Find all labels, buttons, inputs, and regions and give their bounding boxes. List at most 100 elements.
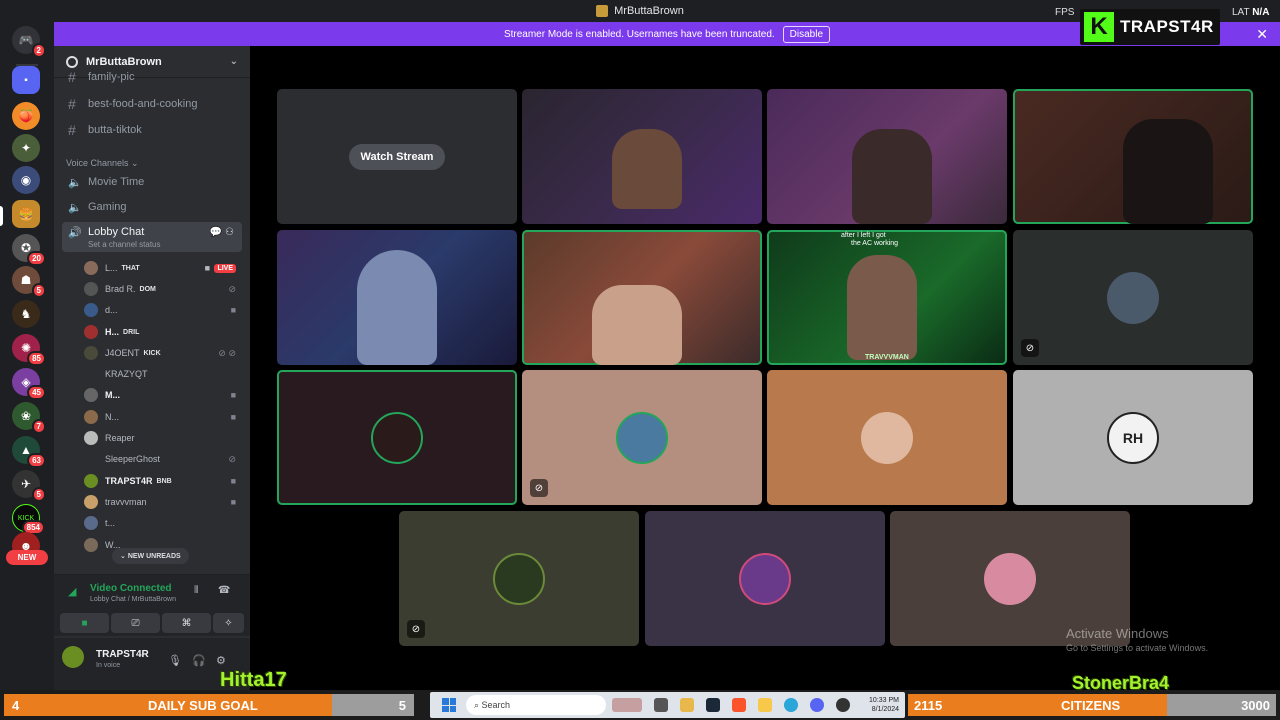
watch-stream-button[interactable]: Watch Stream: [348, 143, 446, 170]
sub-goal-target: 5: [398, 698, 406, 713]
server-icon-4[interactable]: ☗ 5: [12, 266, 46, 298]
channel-best-food-and-cooking[interactable]: # best-food-and-cooking: [62, 93, 242, 115]
activate-subtitle: Go to Settings to activate Windows.: [1066, 643, 1209, 653]
voice-member[interactable]: Reaper: [84, 428, 242, 448]
channel-gaming[interactable]: 🔈 Gaming: [62, 196, 242, 218]
member-name: H...: [105, 327, 120, 337]
chat-icon[interactable]: 💬 ⚇: [210, 227, 234, 238]
signal-icon[interactable]: ◢: [68, 585, 76, 598]
edge-icon[interactable]: [784, 698, 798, 712]
video-tile[interactable]: [767, 89, 1007, 224]
new-badge[interactable]: NEW: [6, 550, 48, 565]
gear-icon[interactable]: ⚙: [216, 654, 226, 667]
channel-butta-tiktok[interactable]: # butta-tiktok: [62, 119, 242, 141]
close-icon[interactable]: ✕: [1256, 26, 1268, 43]
stream-tile[interactable]: Watch Stream: [277, 89, 517, 224]
new-unreads-button[interactable]: ⌄ NEW UNREADS: [112, 548, 189, 564]
taskbar-widget-icon[interactable]: [612, 698, 642, 712]
server-badge: 45: [27, 385, 46, 400]
steam-icon[interactable]: [706, 698, 720, 712]
server-peach-icon[interactable]: 🍑: [12, 102, 40, 130]
video-tile[interactable]: [1013, 89, 1253, 224]
channel-family-pic[interactable]: # family-pic: [62, 70, 242, 84]
microphone-icon[interactable]: 🎙: [168, 654, 182, 667]
task-view-icon[interactable]: [654, 698, 668, 712]
voice-member[interactable]: N... ■: [84, 407, 242, 427]
voice-member[interactable]: H... DRIL: [84, 322, 242, 342]
video-caption: after I left I got: [841, 232, 886, 239]
activity-button[interactable]: ⌘: [162, 613, 211, 633]
folder-icon[interactable]: [758, 698, 772, 712]
windows-taskbar: ⌕ Search 10:33 PM 8/1/2024: [430, 692, 905, 718]
discord-home-icon[interactable]: 🎮 2: [12, 26, 46, 58]
voice-member[interactable]: TRAPST4R BNB ■: [84, 471, 242, 491]
avatar: [84, 303, 98, 317]
user-name[interactable]: TRAPST4R: [96, 649, 149, 660]
avatar-tile[interactable]: [767, 370, 1007, 505]
brave-icon[interactable]: [732, 698, 746, 712]
voice-member[interactable]: SleeperGhost ⊘: [84, 449, 242, 469]
channel-lobby-chat[interactable]: 🔊 Lobby Chat Set a channel status 💬 ⚇: [62, 222, 242, 252]
avatar-tile[interactable]: RH: [1013, 370, 1253, 505]
server-icon-6[interactable]: ✺ 85: [12, 334, 46, 366]
server-badge: 63: [27, 453, 46, 468]
voice-member[interactable]: M... ■: [84, 385, 242, 405]
avatar-tile[interactable]: [645, 511, 885, 646]
server-kick-icon[interactable]: KICK 854: [12, 504, 45, 535]
lat-label: LAT: [1232, 7, 1250, 18]
channel-movie-time[interactable]: 🔈 Movie Time: [62, 171, 242, 193]
server-mrbuttabrown-icon[interactable]: 🍔: [12, 200, 40, 228]
obs-icon[interactable]: [836, 698, 850, 712]
voice-member[interactable]: t...: [84, 513, 242, 533]
avatar: [84, 474, 98, 488]
voice-member[interactable]: J4OENT KICK ⊘ ⊘: [84, 343, 242, 363]
windows-start-icon[interactable]: [442, 698, 456, 712]
voice-member[interactable]: d... ■: [84, 300, 242, 320]
channel-status[interactable]: Set a channel status: [88, 240, 161, 249]
screen-share-button[interactable]: ⎚: [111, 613, 160, 633]
headphones-icon[interactable]: 🎧: [192, 654, 206, 667]
video-caption: the AC working: [851, 240, 899, 247]
taskbar-search[interactable]: ⌕ Search: [466, 695, 606, 715]
server-badge: 20: [27, 251, 46, 266]
avatar-tile[interactable]: ⊘: [522, 370, 762, 505]
voice-channels-header[interactable]: Voice Channels ⌄: [66, 158, 139, 169]
server-gear-icon: [66, 55, 78, 68]
video-tile[interactable]: [522, 89, 762, 224]
file-explorer-icon[interactable]: [680, 698, 694, 712]
video-tile[interactable]: [277, 230, 517, 365]
camera-button[interactable]: ■: [60, 613, 109, 633]
server-icon-10[interactable]: ✈ 5: [12, 470, 46, 502]
taskbar-clock[interactable]: 10:33 PM 8/1/2024: [869, 696, 899, 714]
server-icon-1[interactable]: ✦: [12, 134, 40, 162]
discord-taskbar-icon[interactable]: [810, 698, 824, 712]
server-icon-2[interactable]: ◉: [12, 166, 40, 194]
voice-member[interactable]: travvvman ■: [84, 492, 242, 512]
voice-member[interactable]: Brad R. DOM ⊘: [84, 279, 242, 299]
avatar-tile[interactable]: ⊘: [1013, 230, 1253, 365]
server-icon-8[interactable]: ❀ 7: [12, 402, 46, 434]
participant-video: [847, 255, 917, 360]
video-tile[interactable]: [522, 230, 762, 365]
soundboard-button[interactable]: ✧: [213, 613, 244, 633]
mandala-avatar: [739, 552, 791, 605]
disable-button[interactable]: Disable: [782, 25, 831, 43]
server-icon-7[interactable]: ◈ 45: [12, 368, 46, 400]
new-unreads-label: NEW UNREADS: [127, 552, 181, 560]
video-tile[interactable]: after I left I got the AC working TRAVVV…: [767, 230, 1007, 365]
server-icon-3[interactable]: ✪ 20: [12, 234, 46, 266]
noise-suppression-icon[interactable]: ⦀: [194, 585, 198, 596]
voice-status[interactable]: Video Connected: [90, 583, 172, 594]
camera-icon: ■: [230, 497, 236, 507]
voice-member[interactable]: KRAZYQT: [84, 364, 242, 384]
server-icon-9[interactable]: ▲ 63: [12, 436, 46, 468]
voice-member[interactable]: L... THAT ■ LIVE: [84, 258, 242, 278]
server-icon-5[interactable]: ♞: [12, 300, 40, 328]
dm-folder-icon[interactable]: ▪: [12, 66, 40, 94]
disconnect-icon[interactable]: ☎: [218, 585, 230, 596]
member-name: travvvman: [105, 497, 147, 507]
user-avatar[interactable]: [62, 646, 84, 668]
avatar: [84, 282, 98, 296]
avatar-tile[interactable]: [277, 370, 517, 505]
avatar-tile[interactable]: ⊘: [399, 511, 639, 646]
